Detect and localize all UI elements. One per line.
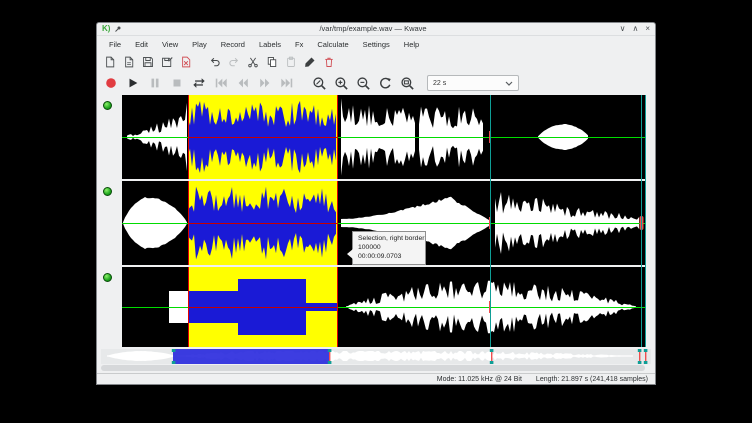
end-line-2 [645, 95, 646, 347]
tooltip-title: Selection, right border [358, 234, 421, 243]
pause-icon[interactable] [146, 75, 163, 92]
skip-backward-icon[interactable] [212, 75, 229, 92]
kwave-window: K) /var/tmp/example.wav — Kwave ∨ ∧ × Fi… [96, 22, 656, 385]
forward-icon[interactable] [256, 75, 273, 92]
menu-play[interactable]: Play [186, 38, 213, 51]
minimize-button[interactable]: ∨ [620, 25, 626, 33]
zoom-revert-icon[interactable] [377, 75, 394, 92]
paste-icon[interactable] [283, 54, 298, 69]
zoom-out-icon[interactable] [355, 75, 372, 92]
zoom-selection-icon[interactable] [311, 75, 328, 92]
titlebar[interactable]: K) /var/tmp/example.wav — Kwave ∨ ∧ × [97, 23, 655, 36]
delete-icon[interactable] [321, 54, 336, 69]
menu-labels[interactable]: Labels [253, 38, 287, 51]
signal-area: Selection, right border 100000 00:00:09.… [97, 95, 655, 347]
track-controls-column [97, 95, 122, 347]
file-save-icon[interactable] [140, 54, 155, 69]
file-new-icon[interactable] [102, 54, 117, 69]
skip-forward-icon[interactable] [278, 75, 295, 92]
menu-fx[interactable]: Fx [289, 38, 309, 51]
pin-icon[interactable] [114, 25, 122, 33]
menu-settings[interactable]: Settings [357, 38, 396, 51]
loop-icon[interactable] [190, 75, 207, 92]
zoom-all-icon[interactable] [399, 75, 416, 92]
menu-file[interactable]: File [103, 38, 127, 51]
record-icon[interactable] [102, 75, 119, 92]
track3-led[interactable] [103, 273, 112, 282]
play-icon[interactable] [124, 75, 141, 92]
cut-icon[interactable] [245, 54, 260, 69]
maximize-button[interactable]: ∧ [632, 25, 638, 33]
track3-waveform[interactable] [122, 267, 646, 347]
zoom-select-value: 22 s [433, 80, 505, 87]
overview-bar[interactable] [101, 349, 651, 364]
file-save-as-icon[interactable] [159, 54, 174, 69]
tooltip-samples: 100000 [358, 243, 421, 252]
redo-icon[interactable] [226, 54, 241, 69]
track1-led[interactable] [103, 101, 112, 110]
cursor-line [490, 95, 491, 347]
rewind-icon[interactable] [234, 75, 251, 92]
zoom-in-icon[interactable] [333, 75, 350, 92]
crayon-icon[interactable] [302, 54, 317, 69]
end-line-1 [641, 95, 642, 347]
file-open-icon[interactable] [121, 54, 136, 69]
menubar: File Edit View Play Record Labels Fx Cal… [97, 36, 655, 53]
close-button[interactable]: × [645, 25, 650, 33]
menu-edit[interactable]: Edit [129, 38, 154, 51]
window-title: /var/tmp/example.wav — Kwave [126, 24, 619, 33]
file-toolbar [97, 52, 655, 71]
selection-tooltip: Selection, right border 100000 00:00:09.… [352, 231, 426, 265]
tooltip-arrow [347, 249, 353, 259]
undo-icon[interactable] [207, 54, 222, 69]
statusbar: Mode: 11.025 kHz @ 24 Bit Length: 21.897… [97, 373, 655, 384]
menu-calculate[interactable]: Calculate [311, 38, 354, 51]
stop-icon[interactable] [168, 75, 185, 92]
chevron-down-icon [505, 81, 513, 86]
scrollbar-track [97, 364, 655, 373]
horizontal-scrollbar[interactable] [101, 365, 645, 371]
tracks-column: Selection, right border 100000 00:00:09.… [122, 95, 646, 347]
menu-help[interactable]: Help [398, 38, 425, 51]
status-mode: Mode: 11.025 kHz @ 24 Bit [437, 376, 522, 383]
status-length: Length: 21.897 s (241,418 samples) [536, 376, 648, 383]
copy-icon[interactable] [264, 54, 279, 69]
menu-view[interactable]: View [156, 38, 184, 51]
file-close-icon[interactable] [178, 54, 193, 69]
app-icon: K) [102, 25, 110, 33]
track1-waveform[interactable] [122, 95, 646, 179]
zoom-select[interactable]: 22 s [427, 75, 519, 91]
tooltip-time: 00:00:09.0703 [358, 252, 421, 261]
playback-toolbar: 22 s [97, 71, 655, 95]
menu-record[interactable]: Record [215, 38, 251, 51]
track2-led[interactable] [103, 187, 112, 196]
